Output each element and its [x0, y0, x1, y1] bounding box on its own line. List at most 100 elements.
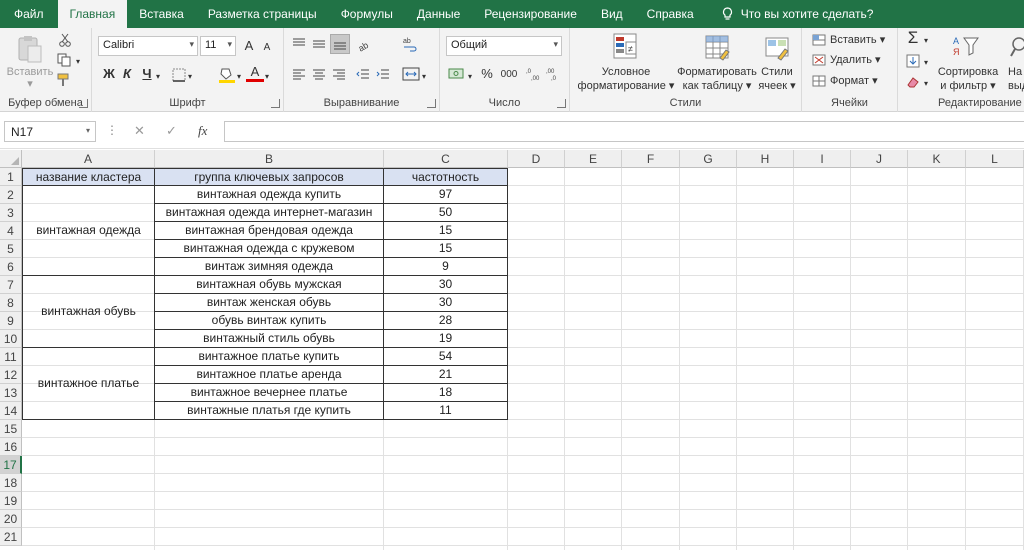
query-cell[interactable]: винтаж зимняя одежда — [155, 258, 384, 276]
fill-dropdown-arrow[interactable]: ▾ — [924, 56, 928, 69]
header-cell[interactable]: группа ключевых запросов — [155, 168, 384, 186]
column-header-j[interactable]: J — [851, 150, 908, 168]
column-header-l[interactable]: L — [966, 150, 1024, 168]
row-header-21[interactable]: 21 — [0, 528, 22, 546]
frequency-cell[interactable]: 15 — [384, 222, 508, 240]
row-header-10[interactable]: 10 — [0, 330, 22, 348]
formula-input[interactable] — [224, 121, 1024, 142]
cluster-name-cell[interactable]: винтажное платье — [22, 348, 155, 420]
row-header-15[interactable]: 15 — [0, 420, 22, 438]
enter-formula-button[interactable]: ✓ — [166, 123, 177, 139]
format-as-table-label-2[interactable]: как таблицу ▾ — [672, 80, 762, 93]
sort-filter-label-2[interactable]: и фильтр ▾ — [936, 80, 1000, 93]
frequency-cell[interactable]: 15 — [384, 240, 508, 258]
format-as-table-label-1[interactable]: Форматировать — [672, 66, 762, 79]
paste-icon[interactable] — [16, 34, 44, 64]
query-cell[interactable]: винтажное вечернее платье — [155, 384, 384, 402]
tab-file[interactable]: Файл — [0, 0, 58, 28]
font-color-dropdown-arrow[interactable]: ▾ — [265, 70, 269, 83]
insert-function-button[interactable]: fx — [198, 123, 207, 139]
align-right-icon[interactable] — [332, 68, 346, 80]
frequency-cell[interactable]: 97 — [384, 186, 508, 204]
column-header-b[interactable]: B — [155, 150, 384, 168]
merge-dropdown-arrow[interactable]: ▾ — [422, 70, 426, 83]
shrink-font-button[interactable]: A — [258, 40, 276, 56]
find-select-icon[interactable] — [1010, 36, 1024, 60]
column-header-k[interactable]: K — [908, 150, 966, 168]
query-cell[interactable]: винтажная одежда купить — [155, 186, 384, 204]
cell-styles-icon[interactable] — [764, 34, 792, 62]
cluster-name-cell[interactable]: винтажная одежда — [22, 186, 155, 276]
column-header-h[interactable]: H — [737, 150, 794, 168]
clear-dropdown-arrow[interactable]: ▾ — [924, 77, 928, 90]
copy-icon[interactable] — [57, 53, 71, 67]
thousands-button[interactable]: 000 — [498, 67, 520, 83]
column-header-g[interactable]: G — [680, 150, 737, 168]
row-header-8[interactable]: 8 — [0, 294, 22, 312]
spreadsheet-grid[interactable]: ABCDEFGHIJKL 1 2 3 4 5 6 7 8 9 10 11 12 13 14 15 16 17 18… — [0, 150, 1024, 550]
font-size-combo[interactable]: 11 ▾ — [200, 36, 236, 56]
query-cell[interactable]: винтаж женская обувь — [155, 294, 384, 312]
row-header-17[interactable]: 17 — [0, 456, 22, 474]
autosum-button[interactable]: Σ — [904, 29, 922, 46]
frequency-cell[interactable]: 9 — [384, 258, 508, 276]
bold-button[interactable]: Ж — [100, 66, 118, 82]
row-header-5[interactable]: 5 — [0, 240, 22, 258]
query-cell[interactable]: винтажная одежда с кружевом — [155, 240, 384, 258]
tab-page-layout[interactable]: Разметка страницы — [196, 0, 329, 28]
tell-me-box[interactable]: Что вы хотите сделать? — [706, 0, 873, 28]
delete-cells-button[interactable]: Удалить ▾ — [830, 54, 881, 67]
row-header-7[interactable]: 7 — [0, 276, 22, 294]
underline-dropdown-arrow[interactable]: ▾ — [156, 70, 160, 83]
query-cell[interactable]: винтажный стиль обувь — [155, 330, 384, 348]
frequency-cell[interactable]: 21 — [384, 366, 508, 384]
row-header-6[interactable]: 6 — [0, 258, 22, 276]
conditional-formatting-icon[interactable]: ≠ — [612, 32, 640, 62]
frequency-cell[interactable]: 50 — [384, 204, 508, 222]
column-header-d[interactable]: D — [508, 150, 565, 168]
column-header-i[interactable]: I — [794, 150, 851, 168]
tab-help[interactable]: Справка — [635, 0, 706, 28]
select-all-button[interactable] — [0, 150, 22, 168]
accounting-format-icon[interactable] — [448, 66, 466, 82]
paste-dropdown-arrow[interactable]: ▾ — [24, 78, 36, 91]
italic-button[interactable]: К — [118, 66, 136, 82]
font-launcher[interactable] — [271, 99, 280, 108]
name-box[interactable]: N17 ▾ — [4, 121, 96, 142]
grow-font-button[interactable]: A — [240, 38, 258, 54]
increase-indent-icon[interactable] — [376, 68, 390, 80]
sort-filter-icon[interactable]: АЯ — [952, 34, 980, 60]
fill-color-icon[interactable] — [218, 66, 236, 84]
copy-dropdown-arrow[interactable]: ▾ — [74, 55, 82, 68]
find-select-label-2[interactable]: выде — [1008, 80, 1024, 93]
cluster-name-cell[interactable]: винтажная обувь — [22, 276, 155, 348]
query-cell[interactable]: винтажные платья где купить — [155, 402, 384, 420]
decrease-indent-icon[interactable] — [356, 68, 370, 80]
tab-view[interactable]: Вид — [589, 0, 635, 28]
frequency-cell[interactable]: 30 — [384, 276, 508, 294]
query-cell[interactable]: винтажная обувь мужская — [155, 276, 384, 294]
borders-icon[interactable] — [172, 68, 186, 82]
font-color-button[interactable]: A — [246, 64, 264, 82]
cancel-formula-button[interactable]: ✕ — [134, 123, 145, 139]
align-left-icon[interactable] — [292, 68, 306, 80]
query-cell[interactable]: винтажная одежда интернет-магазин — [155, 204, 384, 222]
frequency-cell[interactable]: 19 — [384, 330, 508, 348]
query-cell[interactable]: винтажное платье купить — [155, 348, 384, 366]
frequency-cell[interactable]: 30 — [384, 294, 508, 312]
row-header-9[interactable]: 9 — [0, 312, 22, 330]
clear-icon[interactable] — [906, 75, 920, 89]
cut-icon[interactable] — [58, 33, 72, 47]
row-header-20[interactable]: 20 — [0, 510, 22, 528]
decrease-decimal-icon[interactable]: ,00,0 — [546, 66, 562, 82]
number-format-combo[interactable]: Общий ▾ — [446, 36, 562, 56]
number-launcher[interactable] — [557, 99, 566, 108]
row-header-12[interactable]: 12 — [0, 366, 22, 384]
merge-center-icon[interactable] — [402, 66, 420, 82]
row-header-13[interactable]: 13 — [0, 384, 22, 402]
sort-filter-label-1[interactable]: Сортировка — [936, 66, 1000, 79]
row-header-14[interactable]: 14 — [0, 402, 22, 420]
column-header-c[interactable]: C — [384, 150, 508, 168]
row-header-19[interactable]: 19 — [0, 492, 22, 510]
header-cell[interactable]: название кластера — [22, 168, 155, 186]
